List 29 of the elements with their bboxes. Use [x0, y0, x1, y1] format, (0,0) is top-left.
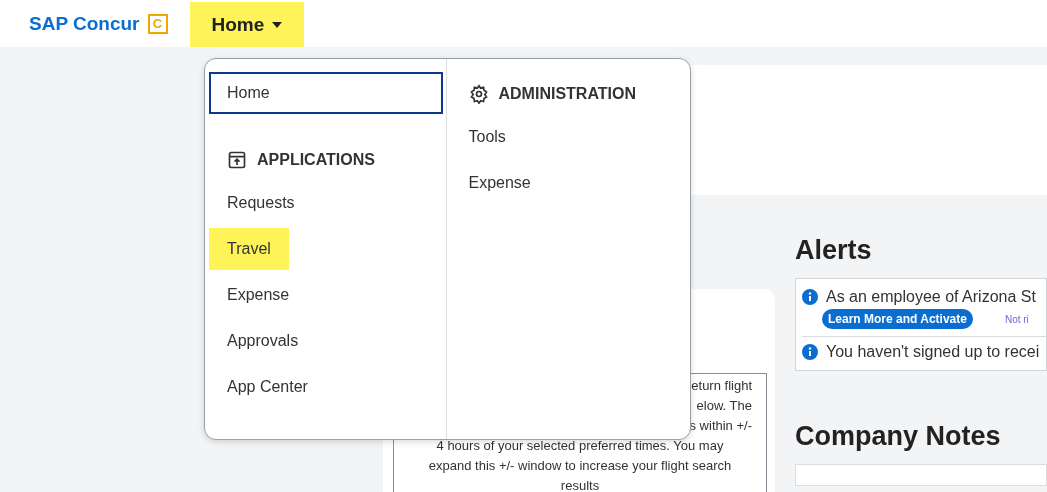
app-window-icon [227, 150, 247, 170]
logo-text: SAP Concur [29, 12, 140, 35]
alerts-heading: Alerts [795, 235, 873, 266]
menu-item[interactable]: Travel [209, 228, 289, 270]
alert-text: As an employee of Arizona St [826, 288, 1036, 306]
menu-item[interactable]: Home [209, 72, 443, 114]
note-text: expand this +/- window to increase your flight search [428, 458, 732, 473]
menu-heading: APPLICATIONS [257, 151, 375, 169]
note-text: results [560, 478, 600, 492]
menu-item[interactable]: Requests [209, 182, 313, 224]
menu-item[interactable]: App Center [209, 366, 326, 408]
activate-button[interactable]: Learn More and Activate [822, 309, 973, 329]
note-text: elow. The [696, 398, 752, 413]
logo-mark: C [147, 13, 168, 34]
caret-icon [272, 21, 283, 28]
alert-text: You haven't signed up to recei [826, 343, 1040, 361]
company-notes-heading: Company Notes [795, 421, 1002, 452]
menu-item[interactable]: Expense [450, 162, 549, 204]
info-icon [802, 344, 818, 360]
nav-menu-button[interactable]: Home [189, 2, 305, 47]
menu-item[interactable]: Expense [209, 274, 308, 316]
menu-item[interactable]: Tools [450, 116, 524, 158]
note-text: 4 hours of your selected preferred times. You may [436, 438, 724, 453]
menu-heading: ADMINISTRATION [498, 85, 636, 103]
settings-icon [468, 84, 489, 104]
note-text: eturn flight [691, 378, 752, 393]
dismiss-link[interactable]: Not ri [1004, 313, 1029, 325]
info-icon [802, 289, 818, 305]
menu-item[interactable]: Approvals [209, 320, 317, 362]
